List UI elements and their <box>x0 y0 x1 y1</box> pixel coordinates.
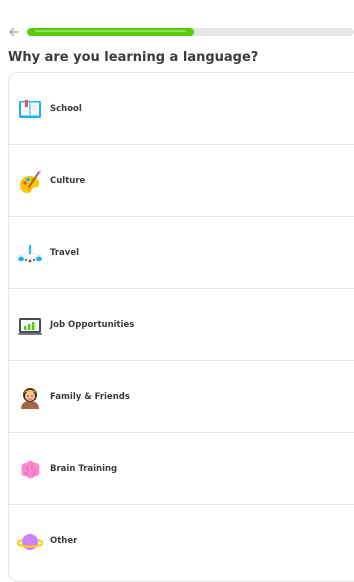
book-icon <box>17 97 43 123</box>
progress-bar-fill <box>27 28 194 36</box>
palette-icon <box>17 169 43 195</box>
chart-laptop-icon <box>17 313 43 339</box>
options-list: School Culture Travel Job Opportunities … <box>8 72 354 582</box>
option-school[interactable]: School <box>9 73 354 145</box>
option-label: School <box>50 104 82 114</box>
planet-icon <box>17 529 43 555</box>
option-culture[interactable]: Culture <box>9 145 354 217</box>
option-label: Family & Friends <box>50 392 130 402</box>
airplane-icon <box>17 241 43 267</box>
option-label: Job Opportunities <box>50 320 135 330</box>
option-label: Brain Training <box>50 464 118 474</box>
back-arrow-icon[interactable] <box>7 24 21 38</box>
option-other[interactable]: Other <box>9 505 354 577</box>
option-label: Travel <box>50 248 80 258</box>
option-brain-training[interactable]: Brain Training <box>9 433 354 505</box>
person-avatar-icon <box>17 385 43 411</box>
option-job-opportunities[interactable]: Job Opportunities <box>9 289 354 361</box>
brain-icon <box>17 457 43 483</box>
top-bar <box>0 22 354 42</box>
page-title: Why are you learning a language? <box>8 50 259 65</box>
option-family-friends[interactable]: Family & Friends <box>9 361 354 433</box>
option-label: Other <box>50 536 78 546</box>
option-label: Culture <box>50 176 86 186</box>
progress-bar <box>27 28 354 36</box>
option-travel[interactable]: Travel <box>9 217 354 289</box>
